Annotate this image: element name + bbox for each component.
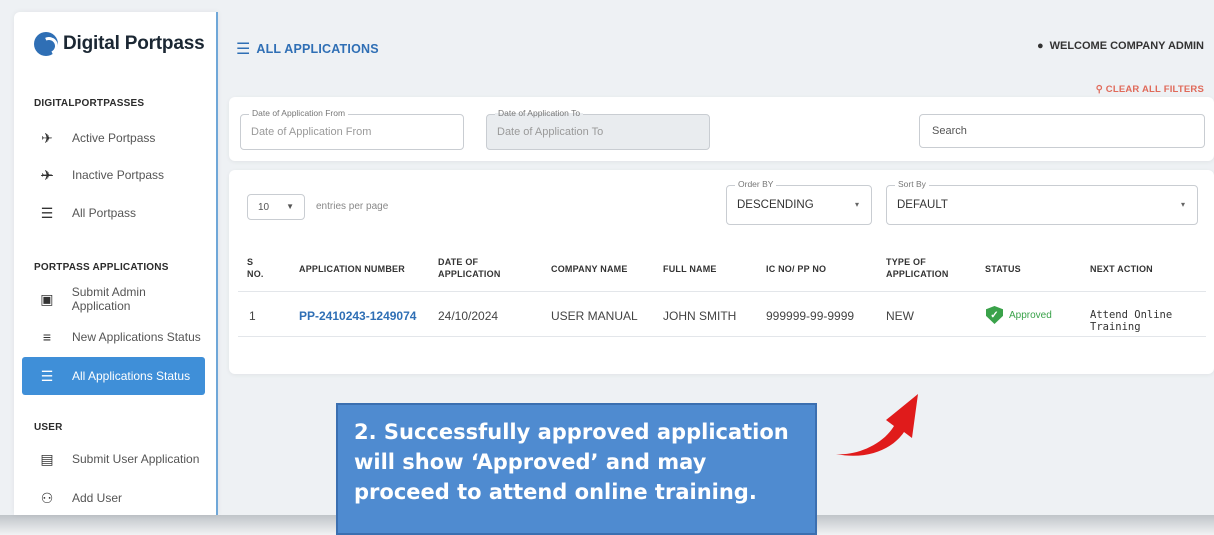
status-text: Approved <box>1009 309 1052 321</box>
portpass-logo-icon <box>34 32 58 56</box>
column-header-ic-pp-no[interactable]: IC NO/ PP NO <box>766 263 826 275</box>
sidebar-item-label: Add User <box>72 491 123 505</box>
sidebar-item-label: Active Portpass <box>72 131 156 145</box>
search-icon: ⚲ <box>1095 84 1103 95</box>
sidebar-item-submit-admin-application[interactable]: ▣ Submit Admin Application <box>22 280 205 318</box>
welcome-user[interactable]: ● WELCOME COMPANY ADMIN <box>1037 40 1204 52</box>
section-title-portpass-applications: PORTPASS APPLICATIONS <box>34 262 169 273</box>
callout-line: will show ‘Approved’ and may <box>354 450 707 474</box>
cell-type: NEW <box>886 309 914 323</box>
section-title-user: USER <box>34 422 63 433</box>
sidebar-item-inactive-portpass[interactable]: ✈ Inactive Portpass <box>22 156 205 194</box>
header-line: S <box>247 257 254 267</box>
entries-per-page-select[interactable]: 10 ▼ <box>247 194 305 220</box>
list-add-icon: ≡ <box>42 329 52 345</box>
callout-annotation: 2. Successfully approved application wil… <box>336 403 817 535</box>
page-title: ☰ ALL APPLICATIONS <box>236 39 379 59</box>
column-header-application-number[interactable]: APPLICATION NUMBER <box>299 263 405 275</box>
user-circle-icon: ● <box>1036 40 1044 52</box>
cell-full-name: JOHN SMITH <box>663 309 737 323</box>
clear-filters-label: CLEAR ALL FILTERS <box>1105 84 1204 95</box>
entries-label: entries per page <box>316 201 389 212</box>
sidebar-item-new-applications-status[interactable]: ≡ New Applications Status <box>22 318 205 356</box>
submit-icon: ▣ <box>40 290 54 307</box>
header-line: NO. <box>247 269 264 279</box>
status-badge: ✓ Approved <box>986 306 1052 324</box>
sidebar-item-label: Inactive Portpass <box>72 168 165 182</box>
caret-down-icon: ▼ <box>286 202 294 211</box>
cell-date: 24/10/2024 <box>438 309 499 323</box>
header-line: APPLICATION <box>886 269 949 279</box>
sidebar-item-label: New Applications Status <box>72 330 201 344</box>
column-header-full-name[interactable]: FULL NAME <box>663 263 717 275</box>
airplane-off-icon: ✈ <box>41 166 53 183</box>
chevron-down-icon: ▾ <box>1180 200 1185 209</box>
next-action-text: Attend Online Training <box>1090 309 1173 333</box>
order-by-label: Order BY <box>735 179 777 189</box>
add-user-icon: ⚇ <box>40 489 54 506</box>
sidebar-item-label: All Applications Status <box>72 369 191 383</box>
cell-company: USER MANUAL <box>551 309 638 323</box>
sidebar-item-all-portpass[interactable]: ☰ All Portpass <box>22 194 205 232</box>
date-to-field[interactable]: Date of Application To Date of Applicati… <box>486 108 710 150</box>
header-line: DATE OF <box>438 257 479 267</box>
cell-sno: 1 <box>249 309 256 323</box>
callout-line: 2. Successfully approved application <box>354 420 789 444</box>
sidebar-item-label: Submit User Application <box>72 452 200 466</box>
list-icon: ☰ <box>40 204 54 221</box>
column-header-sno: S NO. <box>247 256 264 280</box>
list-icon: ☰ <box>40 367 54 384</box>
id-card-icon: ▤ <box>40 450 54 467</box>
order-by-select[interactable]: Order BY DESCENDING ▾ <box>726 179 872 225</box>
sidebar-item-all-applications-status[interactable]: ☰ All Applications Status <box>22 357 205 395</box>
airplane-icon: ✈ <box>41 129 53 146</box>
sidebar-item-label: All Portpass <box>72 206 137 220</box>
clear-all-filters-button[interactable]: ⚲ CLEAR ALL FILTERS <box>1096 84 1204 95</box>
sort-by-label: Sort By <box>895 179 929 189</box>
application-number-link[interactable]: PP-2410243-1249074 <box>299 309 416 323</box>
sidebar-item-label: Submit Admin Application <box>71 285 146 313</box>
header-line: TYPE OF <box>886 257 926 267</box>
entries-value: 10 <box>258 201 270 213</box>
brand-name: Digital Portpass <box>63 33 205 54</box>
welcome-text: WELCOME COMPANY ADMIN <box>1049 40 1204 52</box>
column-header-next-action[interactable]: NEXT ACTION <box>1090 263 1153 275</box>
cell-ic: 999999-99-9999 <box>766 309 855 323</box>
sidebar: Digital Portpass DIGITALPORTPASSES ✈ Act… <box>14 12 218 515</box>
header-line: APPLICATION <box>438 269 501 279</box>
column-header-status[interactable]: STATUS <box>985 263 1021 275</box>
page-title-text: ALL APPLICATIONS <box>256 42 379 56</box>
date-from-field[interactable]: Date of Application From Date of Applica… <box>240 108 464 150</box>
callout-line: proceed to attend online training. <box>354 480 757 504</box>
order-by-value: DESCENDING <box>737 199 814 211</box>
column-header-company-name[interactable]: COMPANY NAME <box>551 263 628 275</box>
date-from-placeholder: Date of Application From <box>251 126 372 138</box>
sidebar-item-add-user[interactable]: ⚇ Add User <box>22 479 205 517</box>
callout-arrow-icon <box>836 394 918 456</box>
menu-toggle-icon[interactable]: ☰ <box>236 39 250 59</box>
column-header-date[interactable]: DATE OF APPLICATION <box>438 256 501 280</box>
search-input[interactable]: Search <box>919 114 1205 148</box>
date-from-label: Date of Application From <box>249 108 349 118</box>
search-placeholder: Search <box>932 125 967 137</box>
sort-by-value: DEFAULT <box>897 199 948 211</box>
header-divider <box>238 291 1206 292</box>
sidebar-item-active-portpass[interactable]: ✈ Active Portpass <box>22 119 205 157</box>
date-to-placeholder: Date of Application To <box>497 126 604 138</box>
section-title-digitalportpasses: DIGITALPORTPASSES <box>34 98 145 109</box>
brand-logo[interactable]: Digital Portpass <box>34 32 205 56</box>
date-to-label: Date of Application To <box>495 108 584 118</box>
column-header-type[interactable]: TYPE OF APPLICATION <box>886 256 949 280</box>
chevron-down-icon: ▾ <box>854 200 859 209</box>
shield-check-icon: ✓ <box>986 306 1003 324</box>
row-divider <box>238 336 1206 337</box>
sidebar-item-submit-user-application[interactable]: ▤ Submit User Application <box>22 440 205 478</box>
sort-by-select[interactable]: Sort By DEFAULT ▾ <box>886 179 1198 225</box>
